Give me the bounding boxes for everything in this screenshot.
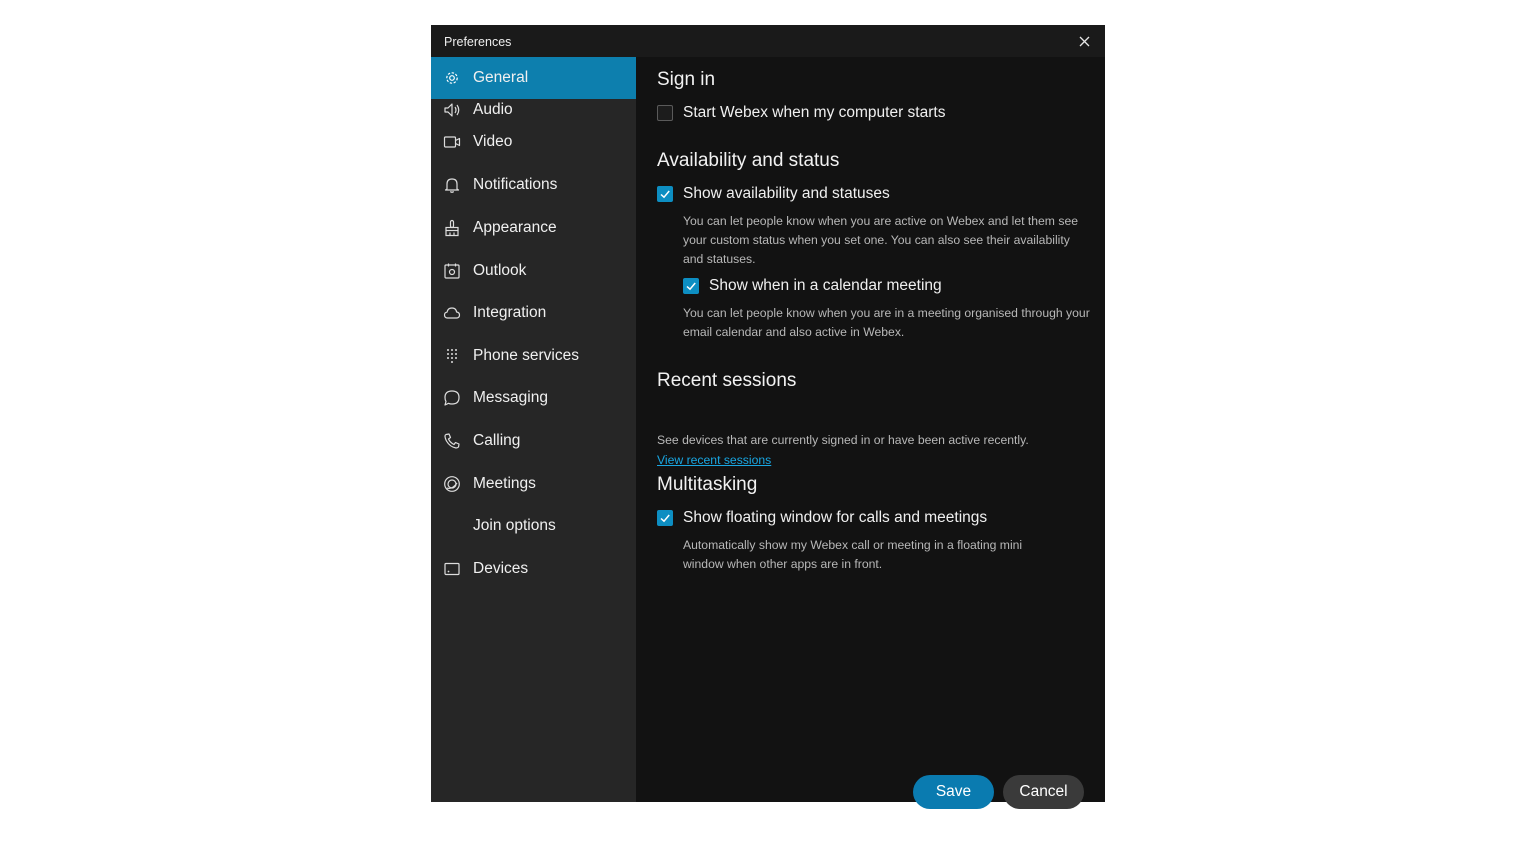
sidebar-item-appearance[interactable]: Appearance <box>431 207 636 249</box>
chat-bubble-icon <box>443 389 461 407</box>
floating-window-checkbox[interactable] <box>657 510 673 526</box>
show-availability-checkbox[interactable] <box>657 186 673 202</box>
checkmark-icon <box>660 514 670 523</box>
sidebar-item-integration[interactable]: Integration <box>431 292 636 334</box>
checkmark-icon <box>686 282 696 291</box>
sidebar-item-meetings[interactable]: Meetings <box>431 463 636 505</box>
sidebar-item-label: Meetings <box>473 475 536 492</box>
sidebar-item-label: General <box>473 69 529 86</box>
phone-handset-icon <box>443 432 461 450</box>
meetings-icon <box>443 475 461 493</box>
sidebar-item-label: Integration <box>473 304 547 321</box>
sidebar-item-label: Notifications <box>473 176 558 193</box>
paintbrush-icon <box>443 219 461 237</box>
bell-icon <box>443 176 461 194</box>
view-recent-sessions-link[interactable]: View recent sessions <box>657 453 771 467</box>
sidebar-item-notifications[interactable]: Notifications <box>431 164 636 206</box>
show-calendar-meeting-checkbox[interactable] <box>683 278 699 294</box>
sidebar-item-label: Appearance <box>473 219 557 236</box>
sidebar-item-outlook[interactable]: Outlook <box>431 250 636 292</box>
window-title: Preferences <box>444 35 512 49</box>
floating-window-label: Show floating window for calls and meeti… <box>683 509 988 526</box>
dialpad-icon <box>443 347 461 365</box>
start-webex-label: Start Webex when my computer starts <box>683 104 946 121</box>
recent-sessions-description: See devices that are currently signed in… <box>657 433 1029 447</box>
sidebar-item-calling[interactable]: Calling <box>431 420 636 462</box>
cloud-icon <box>443 304 461 322</box>
sidebar-item-join-options[interactable]: Join options <box>431 505 636 547</box>
sidebar-item-messaging[interactable]: Messaging <box>431 377 636 419</box>
recent-sessions-heading: Recent sessions <box>657 370 797 391</box>
start-webex-checkbox[interactable] <box>657 105 673 121</box>
sidebar-item-label: Join options <box>473 517 556 534</box>
cancel-button[interactable]: Cancel <box>1003 775 1084 809</box>
gear-icon <box>443 69 461 87</box>
sidebar-item-phone-services[interactable]: Phone services <box>431 335 636 377</box>
sidebar-nav: General Audio Video Notifications Appear… <box>431 57 636 802</box>
sidebar-item-label: Messaging <box>473 389 548 406</box>
sidebar-item-video[interactable]: Video <box>431 121 636 163</box>
close-icon <box>1079 36 1089 46</box>
show-availability-description: You can let people know when you are act… <box>683 214 1078 266</box>
sidebar-item-label: Devices <box>473 560 529 577</box>
save-button[interactable]: Save <box>913 775 994 809</box>
show-calendar-meeting-label: Show when in a calendar meeting <box>709 277 942 294</box>
speaker-icon <box>443 101 461 119</box>
sidebar-item-devices[interactable]: Devices <box>431 548 636 590</box>
close-button[interactable] <box>1075 32 1093 50</box>
sidebar-item-label: Audio <box>473 101 513 118</box>
show-availability-label: Show availability and statuses <box>683 185 890 202</box>
availability-heading: Availability and status <box>657 150 840 171</box>
multitasking-heading: Multitasking <box>657 474 758 495</box>
video-camera-icon <box>443 133 461 151</box>
floating-window-description: Automatically show my Webex call or meet… <box>683 538 1023 571</box>
show-calendar-meeting-description: You can let people know when you are in … <box>683 306 1090 339</box>
sidebar-item-label: Phone services <box>473 347 579 364</box>
sign-in-heading: Sign in <box>657 69 716 90</box>
calendar-icon <box>443 262 461 280</box>
checkmark-icon <box>660 190 670 199</box>
sidebar-item-label: Video <box>473 133 513 150</box>
sidebar-item-label: Outlook <box>473 262 527 279</box>
title-bar: Preferences <box>431 25 1105 57</box>
settings-panel: Sign in Start Webex when my computer sta… <box>636 57 1105 809</box>
sidebar-item-label: Calling <box>473 432 521 449</box>
device-icon <box>443 560 461 578</box>
preferences-window: Preferences General Audio Video Notifica… <box>431 25 1105 809</box>
